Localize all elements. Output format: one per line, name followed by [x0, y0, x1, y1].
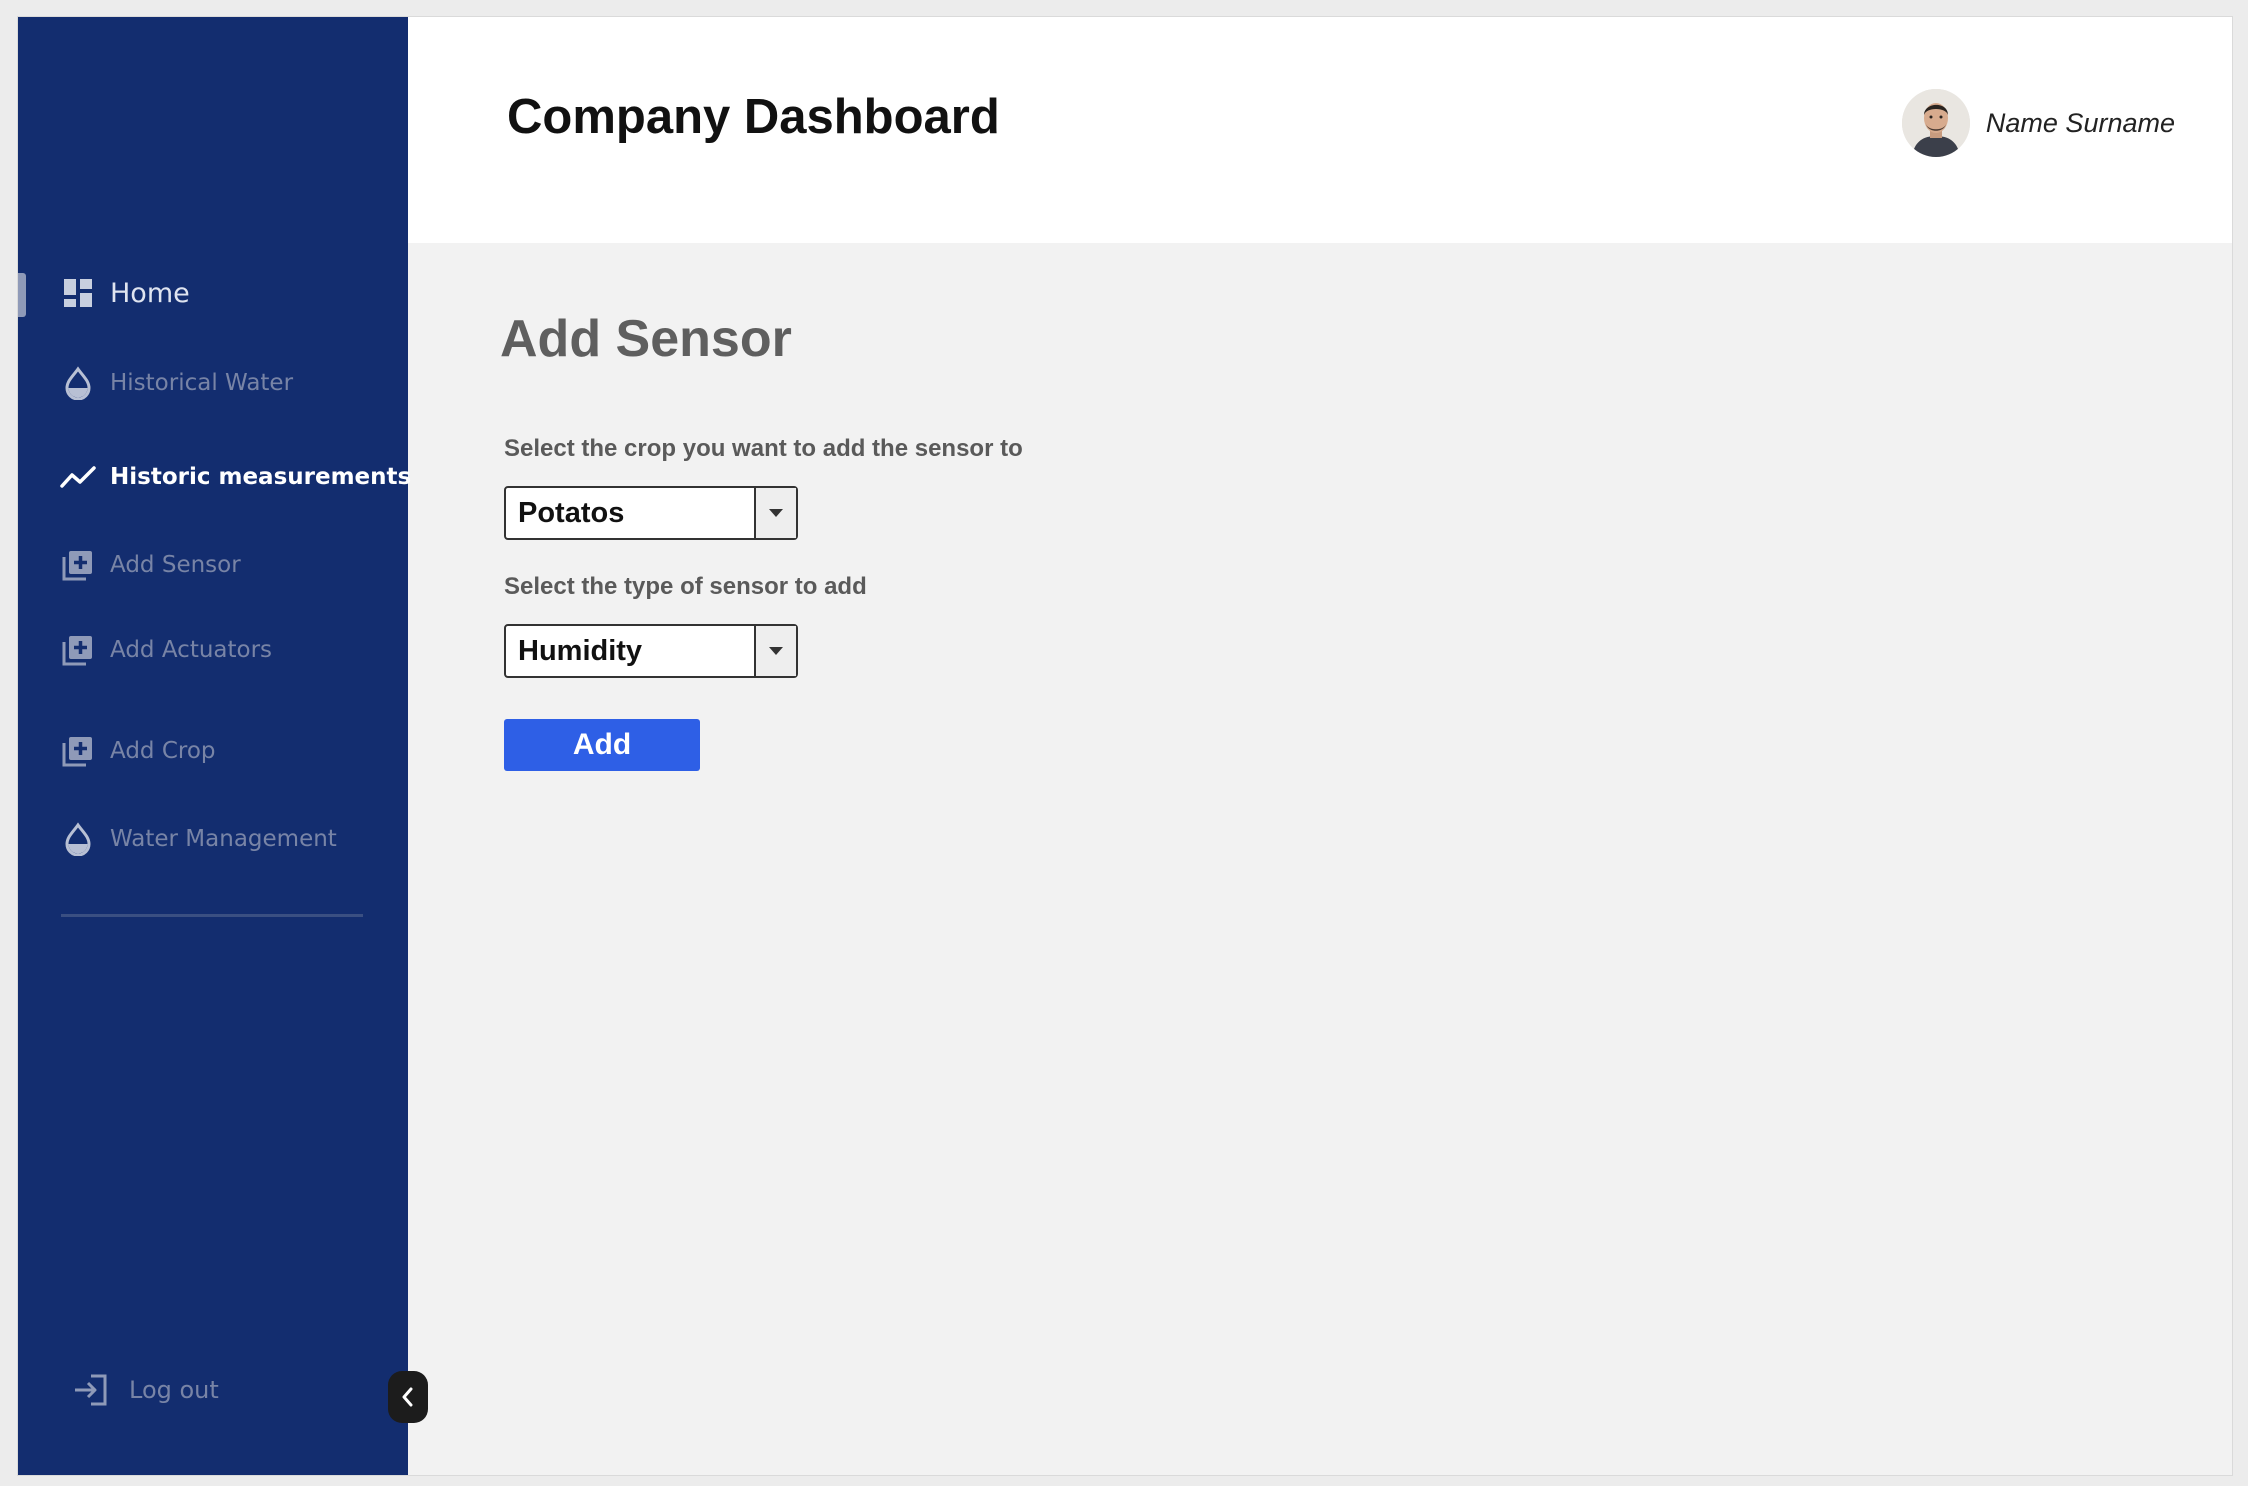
sidebar-item-label: Add Actuators	[110, 637, 273, 663]
sensor-type-label: Select the type of sensor to add	[504, 573, 867, 600]
crop-select-value: Potatos	[518, 496, 625, 529]
add-box-icon	[58, 545, 98, 585]
login-arrow-icon	[73, 1373, 109, 1407]
water-drop-icon	[58, 819, 98, 859]
crop-select[interactable]: Potatos	[504, 486, 798, 540]
top-header: Company Dashboard Name Surname	[408, 17, 2232, 243]
water-drop-icon	[58, 363, 98, 403]
sidebar-item-label: Home	[110, 277, 190, 309]
sidebar-item-label: Water Management	[110, 826, 337, 852]
crop-select-label: Select the crop you want to add the sens…	[504, 435, 1023, 462]
sidebar-item-historical-water[interactable]: Historical Water	[58, 363, 293, 403]
sidebar-item-add-crop[interactable]: Add Crop	[58, 731, 216, 771]
add-sensor-button[interactable]: Add	[504, 719, 700, 771]
sidebar-item-add-actuators[interactable]: Add Actuators	[58, 630, 272, 670]
logout-button[interactable]: Log out	[73, 1373, 219, 1407]
sidebar-item-label: Historical Water	[110, 370, 294, 396]
chevron-down-icon[interactable]	[754, 626, 796, 676]
add-box-icon	[58, 731, 98, 771]
user-profile[interactable]: Name Surname	[1901, 89, 2175, 157]
sensor-type-select-value: Humidity	[518, 634, 643, 667]
user-name: Name Surname	[1985, 107, 2175, 138]
sidebar-item-water-management[interactable]: Water Management	[58, 819, 337, 859]
sidebar-item-home[interactable]: Home	[58, 273, 190, 313]
sidebar: Home Historical Water Historic measureme…	[18, 17, 411, 1475]
avatar	[1901, 89, 1970, 157]
page-title: Add Sensor	[500, 310, 792, 368]
logout-label: Log out	[129, 1376, 219, 1404]
sidebar-item-historic-measurements[interactable]: Historic measurements	[58, 457, 411, 497]
add-box-icon	[58, 630, 98, 670]
sidebar-item-label: Historic measurements	[110, 464, 412, 490]
sidebar-divider	[61, 914, 363, 917]
sidebar-item-label: Add Crop	[110, 738, 216, 764]
collapse-sidebar-button[interactable]	[388, 1371, 428, 1423]
active-item-marker	[18, 273, 26, 317]
app-window: Home Historical Water Historic measureme…	[17, 16, 2233, 1476]
sensor-type-select[interactable]: Humidity	[504, 624, 798, 678]
app-title: Company Dashboard	[507, 90, 1000, 144]
sidebar-item-label: Add Sensor	[110, 552, 241, 578]
dashboard-icon	[58, 273, 98, 313]
sidebar-item-add-sensor[interactable]: Add Sensor	[58, 545, 241, 585]
trend-line-icon	[58, 457, 98, 497]
chevron-down-icon[interactable]	[754, 488, 796, 538]
chevron-left-icon	[402, 1387, 413, 1407]
